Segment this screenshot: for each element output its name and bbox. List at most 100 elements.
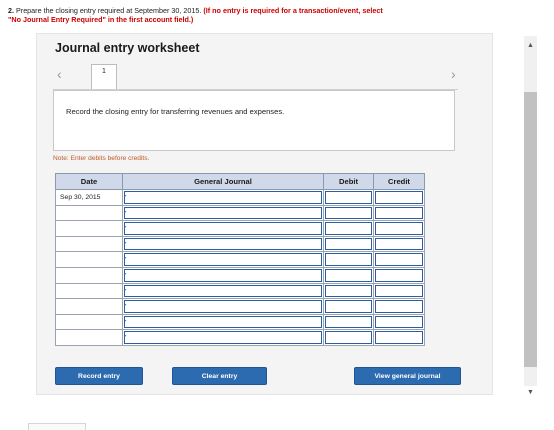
- debit-input[interactable]: [325, 253, 372, 266]
- question-number: 2.: [8, 6, 14, 15]
- debit-input[interactable]: [325, 331, 372, 344]
- debit-header: Debit: [323, 173, 374, 190]
- debit-input[interactable]: [325, 284, 372, 298]
- debit-cell: [323, 329, 374, 346]
- debit-input[interactable]: [325, 300, 372, 313]
- date-cell: [55, 220, 123, 237]
- date-cell: Sep 30, 2015: [55, 189, 123, 206]
- credit-input[interactable]: [375, 237, 423, 251]
- debit-cell: [323, 313, 374, 331]
- account-cell: ▸: [122, 220, 324, 237]
- dropdown-marker-icon: ▸: [124, 193, 127, 199]
- chevron-left-icon[interactable]: ‹: [57, 67, 62, 81]
- dropdown-marker-icon: ▸: [124, 255, 127, 262]
- debit-input[interactable]: [325, 268, 372, 282]
- credit-header: Credit: [373, 173, 425, 190]
- credit-input[interactable]: [375, 300, 423, 313]
- credit-input[interactable]: [375, 191, 423, 204]
- journal-entry-worksheet: Journal entry worksheet ‹ 1 › Record the…: [36, 33, 493, 395]
- debit-input[interactable]: [325, 191, 372, 204]
- credit-cell: [373, 298, 425, 315]
- account-select-field[interactable]: [124, 284, 322, 298]
- account-select-field[interactable]: [124, 331, 322, 344]
- debit-cell: [323, 235, 374, 253]
- journal-row: ▸: [55, 282, 425, 300]
- account-select-field[interactable]: [124, 222, 322, 235]
- instruction-box: Record the closing entry for transferrin…: [53, 90, 455, 151]
- account-cell: ▸: [122, 329, 324, 346]
- account-cell: ▸: [122, 266, 324, 284]
- account-select-field[interactable]: [124, 253, 322, 266]
- date-cell: [55, 204, 123, 222]
- credit-input[interactable]: [375, 315, 423, 329]
- entry-note: Note: Enter debits before credits.: [53, 155, 150, 162]
- account-select-field[interactable]: [124, 268, 322, 282]
- debit-input[interactable]: [325, 315, 372, 329]
- debit-cell: [323, 298, 374, 315]
- debit-cell: [323, 204, 374, 222]
- credit-input[interactable]: [375, 284, 423, 298]
- account-select-field[interactable]: [124, 237, 322, 251]
- journal-header-row: Date General Journal Debit Credit: [55, 173, 425, 190]
- account-select-field[interactable]: [124, 191, 322, 204]
- journal-row: Sep 30, 2015 ▸: [55, 189, 425, 206]
- credit-cell: [373, 266, 425, 284]
- date-cell: [55, 298, 123, 315]
- dropdown-marker-icon: ▸: [124, 302, 127, 309]
- journal-row: ▸: [55, 204, 425, 222]
- date-cell: [55, 313, 123, 331]
- credit-input[interactable]: [375, 253, 423, 266]
- triangle-up-icon[interactable]: ▲: [524, 40, 537, 52]
- date-cell: [55, 251, 123, 268]
- chevron-right-icon[interactable]: ›: [451, 67, 456, 81]
- scrollbar-thumb[interactable]: [524, 92, 537, 367]
- account-cell: ▸: [122, 313, 324, 331]
- clear-entry-button[interactable]: Clear entry: [172, 367, 267, 385]
- account-select-field[interactable]: [124, 315, 322, 329]
- debit-cell: [323, 251, 374, 268]
- date-cell: [55, 235, 123, 253]
- view-general-journal-button[interactable]: View general journal: [354, 367, 461, 385]
- journal-row: ▸: [55, 251, 425, 268]
- question-text: Prepare the closing entry required at Se…: [16, 6, 202, 15]
- record-entry-button[interactable]: Record entry: [55, 367, 143, 385]
- date-cell: [55, 329, 123, 346]
- instruction-text: Record the closing entry for transferrin…: [66, 107, 285, 116]
- account-select-field[interactable]: [124, 206, 322, 220]
- credit-cell: [373, 220, 425, 237]
- journal-row: ▸: [55, 266, 425, 284]
- worksheet-title: Journal entry worksheet: [55, 41, 200, 55]
- debit-input[interactable]: [325, 206, 372, 220]
- dropdown-marker-icon: ▸: [124, 333, 127, 340]
- credit-input[interactable]: [375, 331, 423, 344]
- date-cell: [55, 282, 123, 300]
- credit-input[interactable]: [375, 222, 423, 235]
- triangle-down-icon[interactable]: ▼: [524, 387, 537, 399]
- credit-cell: [373, 204, 425, 222]
- tab-entry-1[interactable]: 1: [91, 64, 117, 90]
- account-cell: ▸: [122, 251, 324, 268]
- account-select-field[interactable]: [124, 300, 322, 313]
- credit-input[interactable]: [375, 268, 423, 282]
- dropdown-marker-icon: ▸: [124, 286, 127, 293]
- general-journal-header: General Journal: [122, 173, 324, 190]
- credit-input[interactable]: [375, 206, 423, 220]
- debit-input[interactable]: [325, 222, 372, 235]
- credit-cell: [373, 189, 425, 206]
- journal-row: ▸: [55, 235, 425, 253]
- journal-row: ▸: [55, 220, 425, 237]
- account-cell: ▸: [122, 298, 324, 315]
- date-cell: [55, 266, 123, 284]
- question-prompt: 2. Prepare the closing entry required at…: [8, 6, 388, 24]
- debit-cell: [323, 266, 374, 284]
- credit-cell: [373, 313, 425, 331]
- date-header: Date: [55, 173, 123, 190]
- credit-cell: [373, 282, 425, 300]
- debit-cell: [323, 189, 374, 206]
- journal-table: Date General Journal Debit Credit Sep 30…: [55, 173, 425, 346]
- debit-input[interactable]: [325, 237, 372, 251]
- credit-cell: [373, 329, 425, 346]
- dropdown-marker-icon: ▸: [124, 239, 127, 246]
- account-cell: ▸: [122, 189, 324, 206]
- debit-cell: [323, 220, 374, 237]
